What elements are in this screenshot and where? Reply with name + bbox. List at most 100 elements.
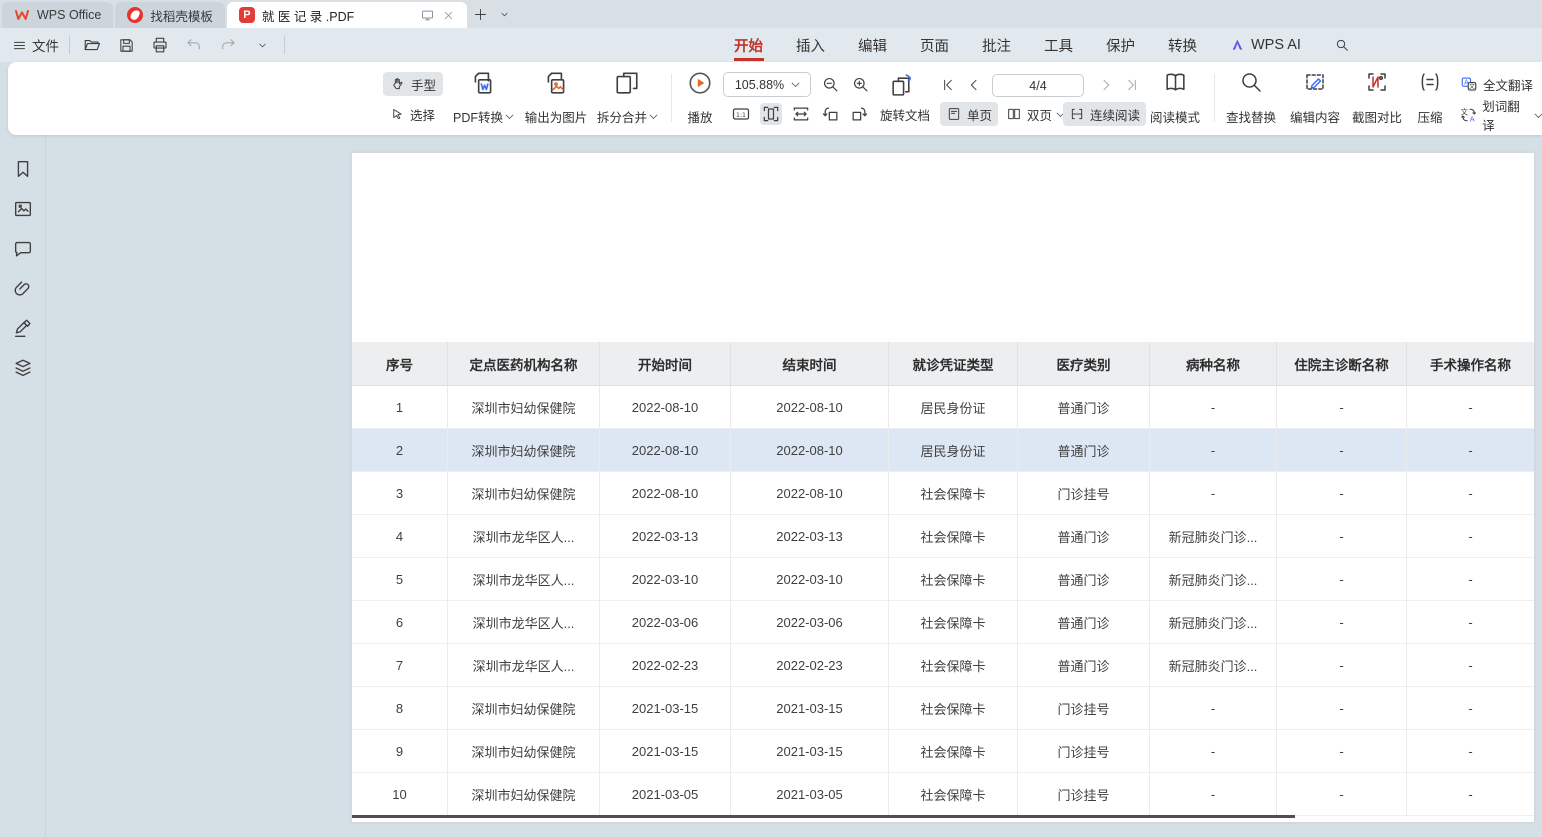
- ribbon-search-button[interactable]: [1332, 28, 1352, 62]
- table-cell: 2022-08-10: [731, 429, 889, 472]
- compress-button[interactable]: 压缩: [1408, 70, 1452, 128]
- rotate-pages-icon: [889, 73, 914, 98]
- tab-wps-office[interactable]: WPS Office: [2, 2, 113, 28]
- edit-content-button[interactable]: 编辑内容: [1284, 70, 1346, 128]
- actual-size-button[interactable]: 1:1: [730, 103, 752, 125]
- last-page-icon: [1124, 77, 1140, 93]
- table-cell: 深圳市妇幼保健院: [448, 730, 600, 773]
- table-cell: 新冠肺炎门诊...: [1150, 515, 1277, 558]
- next-page-icon: [1098, 77, 1114, 93]
- double-page-toggle[interactable]: 双页: [1000, 102, 1070, 126]
- tab-insert[interactable]: 插入: [794, 28, 827, 62]
- tab-annotate[interactable]: 批注: [980, 28, 1013, 62]
- page-number-input[interactable]: [992, 74, 1084, 97]
- tab-list-button[interactable]: [493, 2, 517, 26]
- table-cell: 社会保障卡: [889, 687, 1018, 730]
- quick-access-dropdown[interactable]: [250, 33, 274, 57]
- edit-content-icon: [1303, 70, 1327, 94]
- monitor-icon[interactable]: [420, 8, 435, 23]
- zoom-level-select[interactable]: 105.88%: [723, 72, 811, 97]
- select-tool-toggle[interactable]: 选择: [383, 102, 442, 126]
- table-cell: 9: [352, 730, 448, 773]
- table-cell: 普通门诊: [1018, 386, 1150, 429]
- table-cell: -: [1277, 558, 1407, 601]
- chevron-down-icon: [650, 111, 658, 119]
- wps-logo-icon: [14, 7, 30, 23]
- rotate-right-button[interactable]: [848, 103, 870, 125]
- tab-docer-templates[interactable]: 找稻壳模板: [115, 2, 225, 28]
- split-merge-button[interactable]: 拆分合并: [585, 70, 669, 128]
- rotate-left-button[interactable]: [820, 103, 842, 125]
- table-cell: -: [1407, 773, 1534, 816]
- bookmark-icon[interactable]: [12, 158, 34, 180]
- table-cell: 社会保障卡: [889, 730, 1018, 773]
- cursor-icon: [390, 107, 405, 122]
- compress-label: 压缩: [1417, 107, 1442, 126]
- compress-icon: [1418, 70, 1442, 94]
- find-replace-button[interactable]: 查找替换: [1220, 70, 1282, 128]
- table-cell: 深圳市龙华区人...: [448, 644, 600, 687]
- hand-tool-toggle[interactable]: 手型: [383, 72, 443, 96]
- prev-page-button[interactable]: [964, 75, 984, 95]
- table-row: 1 深圳市妇幼保健院 2022-08-10 2022-08-10 居民身份证 普…: [352, 386, 1534, 429]
- tab-protect[interactable]: 保护: [1104, 28, 1137, 62]
- save-button[interactable]: [114, 33, 138, 57]
- tab-pdf-document[interactable]: P 就 医 记 录 .PDF: [227, 2, 467, 28]
- tab-tools[interactable]: 工具: [1042, 28, 1075, 62]
- fulltext-translate-button[interactable]: A文 全文翻译: [1460, 72, 1533, 96]
- table-cell: 门诊挂号: [1018, 472, 1150, 515]
- tab-page[interactable]: 页面: [918, 28, 951, 62]
- fit-width-button[interactable]: [790, 103, 812, 125]
- table-cell: 普通门诊: [1018, 558, 1150, 601]
- actual-size-icon: 1:1: [731, 104, 751, 124]
- divider: [1214, 74, 1215, 122]
- table-cell: -: [1150, 773, 1277, 816]
- table-row: 8 深圳市妇幼保健院 2021-03-15 2021-03-15 社会保障卡 门…: [352, 687, 1534, 730]
- screenshot-compare-button[interactable]: 截图对比: [1346, 70, 1408, 128]
- table-row: 10 深圳市妇幼保健院 2021-03-05 2021-03-05 社会保障卡 …: [352, 773, 1534, 816]
- file-menu-button[interactable]: 文件: [12, 35, 59, 55]
- rotate-pages-button[interactable]: [888, 72, 914, 98]
- first-page-button[interactable]: [938, 75, 958, 95]
- layers-icon[interactable]: [12, 357, 34, 379]
- table-cell: 2: [352, 429, 448, 472]
- table-cell: 4: [352, 515, 448, 558]
- table-bottom-border: [352, 815, 1295, 818]
- next-page-button[interactable]: [1096, 75, 1116, 95]
- play-button[interactable]: 播放: [676, 70, 724, 128]
- attachment-icon[interactable]: [12, 278, 34, 300]
- open-file-button[interactable]: [80, 33, 104, 57]
- table-cell: 深圳市龙华区人...: [448, 601, 600, 644]
- table-cell: -: [1407, 558, 1534, 601]
- divider: [284, 36, 285, 54]
- read-mode-label: 阅读模式: [1150, 107, 1200, 126]
- tab-home[interactable]: 开始: [732, 28, 765, 62]
- table-cell: -: [1150, 429, 1277, 472]
- tab-wps-ai[interactable]: WPS AI: [1228, 28, 1303, 62]
- tab-convert[interactable]: 转换: [1166, 28, 1199, 62]
- svg-text:文: 文: [1461, 107, 1468, 116]
- zoom-out-button[interactable]: [820, 74, 840, 94]
- close-tab-icon[interactable]: [442, 9, 455, 22]
- continuous-read-toggle[interactable]: 连续阅读: [1063, 102, 1146, 126]
- comment-icon[interactable]: [12, 238, 34, 260]
- print-button[interactable]: [148, 33, 172, 57]
- fit-page-button[interactable]: [760, 103, 782, 125]
- new-tab-button[interactable]: [469, 2, 493, 26]
- col-header: 医疗类别: [1018, 342, 1150, 386]
- tab-edit[interactable]: 编辑: [856, 28, 889, 62]
- double-page-label: 双页: [1027, 105, 1052, 124]
- table-cell: -: [1407, 601, 1534, 644]
- thumbnail-icon[interactable]: [12, 198, 34, 220]
- zoom-in-button[interactable]: [850, 74, 870, 94]
- undo-button[interactable]: [182, 33, 206, 57]
- signature-icon[interactable]: [12, 318, 34, 340]
- last-page-button[interactable]: [1122, 75, 1142, 95]
- redo-button[interactable]: [216, 33, 240, 57]
- first-page-icon: [940, 77, 956, 93]
- table-cell: 门诊挂号: [1018, 687, 1150, 730]
- word-translate-button[interactable]: 文A 划词翻译: [1460, 103, 1542, 127]
- svg-text:1:1: 1:1: [736, 112, 746, 119]
- read-mode-button[interactable]: 阅读模式: [1146, 70, 1204, 128]
- single-page-toggle[interactable]: 单页: [940, 102, 998, 126]
